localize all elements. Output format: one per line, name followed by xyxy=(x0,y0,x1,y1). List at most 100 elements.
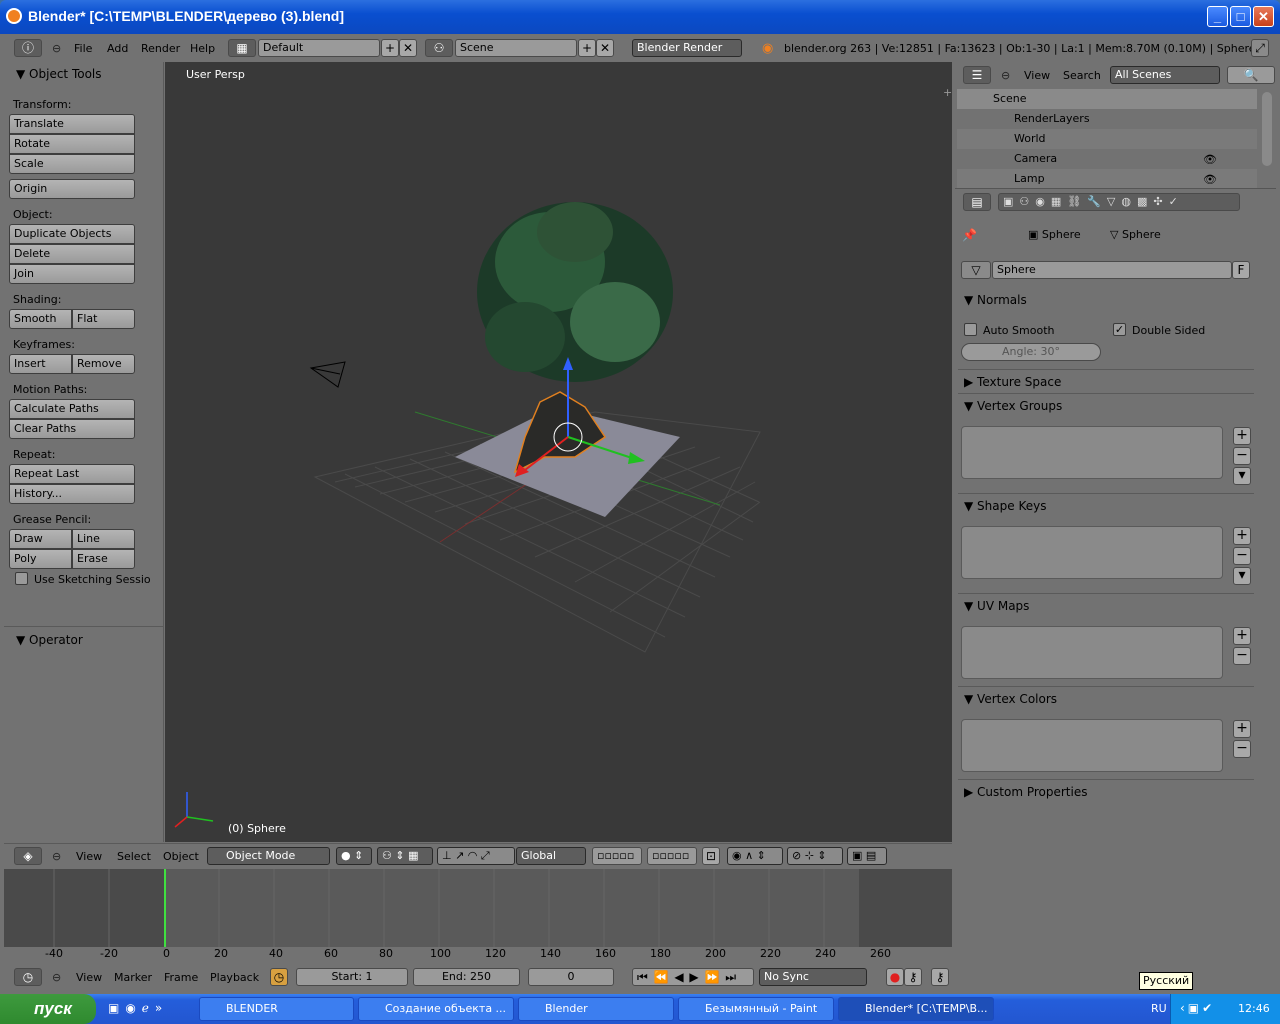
start-frame-field[interactable]: Start: 1 xyxy=(296,968,408,986)
poly-button[interactable]: Poly xyxy=(9,549,72,569)
add-uv-map-button[interactable]: + xyxy=(1233,627,1251,645)
minimize-button[interactable]: _ xyxy=(1207,6,1228,27)
current-frame-field[interactable]: 0 xyxy=(528,968,614,986)
add-vertex-color-button[interactable]: + xyxy=(1233,720,1251,738)
remove-vertex-group-button[interactable]: − xyxy=(1233,447,1251,465)
tray-icons[interactable]: ‹▣✔ xyxy=(1180,1001,1215,1015)
add-screen-icon[interactable]: + xyxy=(381,39,399,57)
duplicate-objects-button[interactable]: Duplicate Objects xyxy=(9,224,135,244)
remove-screen-icon[interactable]: ✕ xyxy=(399,39,417,57)
auto-smooth-checkbox[interactable] xyxy=(964,323,977,336)
taskbar-item-blender[interactable]: Blender xyxy=(518,997,674,1021)
screen-layout-field[interactable]: Default xyxy=(258,39,380,57)
menu-help[interactable]: Help xyxy=(190,42,215,55)
close-button[interactable]: ✕ xyxy=(1253,6,1274,27)
draw-button[interactable]: Draw xyxy=(9,529,72,549)
timeline-menu-playback[interactable]: Playback xyxy=(210,971,259,984)
maximize-button[interactable]: □ xyxy=(1230,6,1251,27)
viewport-expand-icon[interactable]: + xyxy=(943,86,952,99)
insert-keyframe-button[interactable]: Insert xyxy=(9,354,72,374)
sync-mode-select[interactable]: No Sync xyxy=(759,968,867,986)
menu-add[interactable]: Add xyxy=(107,42,128,55)
taskbar-item-paint[interactable]: Безымянный - Paint xyxy=(678,997,834,1021)
timeline-menu-view[interactable]: View xyxy=(76,971,102,984)
add-vertex-group-button[interactable]: + xyxy=(1233,427,1251,445)
vertex-groups-list[interactable] xyxy=(961,426,1223,479)
clear-paths-button[interactable]: Clear Paths xyxy=(9,419,135,439)
double-sided-checkbox[interactable]: ✓ xyxy=(1113,323,1126,336)
texture-space-panel-header[interactable]: ▶ Texture Space xyxy=(964,375,1061,389)
breadcrumb-mesh[interactable]: ▽ Sphere xyxy=(1110,228,1161,241)
object-mode-select[interactable]: Object Mode xyxy=(207,847,330,865)
vertex-colors-list[interactable] xyxy=(961,719,1223,772)
collapse-menu-icon[interactable]: ⊖ xyxy=(52,42,61,55)
fake-user-button[interactable]: F xyxy=(1232,261,1250,279)
vertex-group-specials-button[interactable]: ▾ xyxy=(1233,467,1251,485)
outliner-editor-icon[interactable]: ☰ xyxy=(963,66,991,84)
menu-file[interactable]: File xyxy=(74,42,92,55)
object-tools-header[interactable]: ▼ Object Tools xyxy=(16,67,102,81)
smooth-button[interactable]: Smooth xyxy=(9,309,72,329)
history-button[interactable]: History... xyxy=(9,484,135,504)
screen-layout-icon[interactable]: ▦ xyxy=(228,39,256,57)
layer-buttons-1[interactable]: ▫▫▫▫▫ xyxy=(592,847,642,865)
outliner-row-scene[interactable]: Scene xyxy=(957,89,1257,109)
properties-editor-icon[interactable]: ▤ xyxy=(963,193,991,211)
vertex-groups-panel-header[interactable]: ▼ Vertex Groups xyxy=(964,399,1062,413)
outliner-row-renderlayers[interactable]: RenderLayers xyxy=(957,109,1257,129)
proportional-edit-select[interactable]: ◉ ∧ ⇕ xyxy=(727,847,783,865)
pivot-point-select[interactable]: ⚇ ⇕ ▦ xyxy=(377,847,433,865)
outliner-scrollbar[interactable] xyxy=(1262,92,1272,166)
shape-keys-panel-header[interactable]: ▼ Shape Keys xyxy=(964,499,1046,513)
auto-keyframe-record-icon[interactable]: ● xyxy=(886,968,904,986)
keying-set-icon[interactable]: ⚷ xyxy=(904,968,922,986)
repeat-last-button[interactable]: Repeat Last xyxy=(9,464,135,484)
remove-keyframe-button[interactable]: Remove xyxy=(72,354,135,374)
custom-properties-panel-header[interactable]: ▶ Custom Properties xyxy=(964,785,1087,799)
manipulator-toggles[interactable]: ⊥ ↗ ◠ ⤢ xyxy=(437,847,515,865)
layer-buttons-2[interactable]: ▫▫▫▫▫ xyxy=(647,847,697,865)
snap-select[interactable]: ⊘ ⊹ ⇕ xyxy=(787,847,843,865)
scene-icon[interactable]: ⚇ xyxy=(425,39,453,57)
remove-uv-map-button[interactable]: − xyxy=(1233,647,1251,665)
properties-context-tabs[interactable]: ▣⚇◉▦⛓🔧▽◍▩✣✓ xyxy=(998,193,1240,211)
scene-field[interactable]: Scene xyxy=(455,39,577,57)
remove-scene-icon[interactable]: ✕ xyxy=(596,39,614,57)
timeline-menu-frame[interactable]: Frame xyxy=(164,971,198,984)
lamp-visibility-eye-icon[interactable]: 👁 xyxy=(1203,173,1217,186)
mesh-name-field[interactable]: Sphere xyxy=(992,261,1232,279)
uv-maps-list[interactable] xyxy=(961,626,1223,679)
quick-launch-icons[interactable]: ▣◉ℯ» xyxy=(108,1001,168,1015)
operator-header[interactable]: ▼ Operator xyxy=(16,633,83,647)
flat-button[interactable]: Flat xyxy=(72,309,135,329)
pin-icon[interactable]: 📌 xyxy=(962,228,977,242)
render-engine-select[interactable]: Blender Render xyxy=(632,39,742,57)
3d-menu-view[interactable]: View xyxy=(76,850,102,863)
taskbar-item-blender-folder[interactable]: BLENDER xyxy=(199,997,354,1021)
language-indicator[interactable]: RU xyxy=(1151,1002,1167,1015)
shape-key-specials-button[interactable]: ▾ xyxy=(1233,567,1251,585)
scale-button[interactable]: Scale xyxy=(9,154,135,174)
insert-keyframe-icon[interactable]: ⚷ xyxy=(931,968,949,986)
start-button[interactable]: пуск xyxy=(0,994,96,1024)
layers-lock-icon[interactable]: ⊡ xyxy=(702,847,720,865)
remove-vertex-color-button[interactable]: − xyxy=(1233,740,1251,758)
origin-button[interactable]: Origin xyxy=(9,179,135,199)
translate-button[interactable]: Translate xyxy=(9,114,135,134)
sketching-session-checkbox[interactable] xyxy=(15,572,28,585)
collapse-3d-menu-icon[interactable]: ⊖ xyxy=(52,850,61,863)
timeline-menu-marker[interactable]: Marker xyxy=(114,971,152,984)
outliner-filter-select[interactable]: All Scenes xyxy=(1110,66,1220,84)
3d-view-editor-icon[interactable]: ◈ xyxy=(14,847,42,865)
3d-menu-select[interactable]: Select xyxy=(117,850,151,863)
preview-range-icon[interactable]: ◷ xyxy=(270,968,288,986)
timeline-area[interactable] xyxy=(4,869,952,947)
add-shape-key-button[interactable]: + xyxy=(1233,527,1251,545)
breadcrumb-object[interactable]: ▣ Sphere xyxy=(1028,228,1081,241)
3d-viewport[interactable]: + xyxy=(165,62,952,842)
mesh-datablock-icon[interactable]: ▽ xyxy=(961,261,991,279)
camera-visibility-eye-icon[interactable]: 👁 xyxy=(1203,153,1217,166)
camera-object[interactable] xyxy=(309,361,346,388)
shape-keys-list[interactable] xyxy=(961,526,1223,579)
vertex-colors-panel-header[interactable]: ▼ Vertex Colors xyxy=(964,692,1057,706)
